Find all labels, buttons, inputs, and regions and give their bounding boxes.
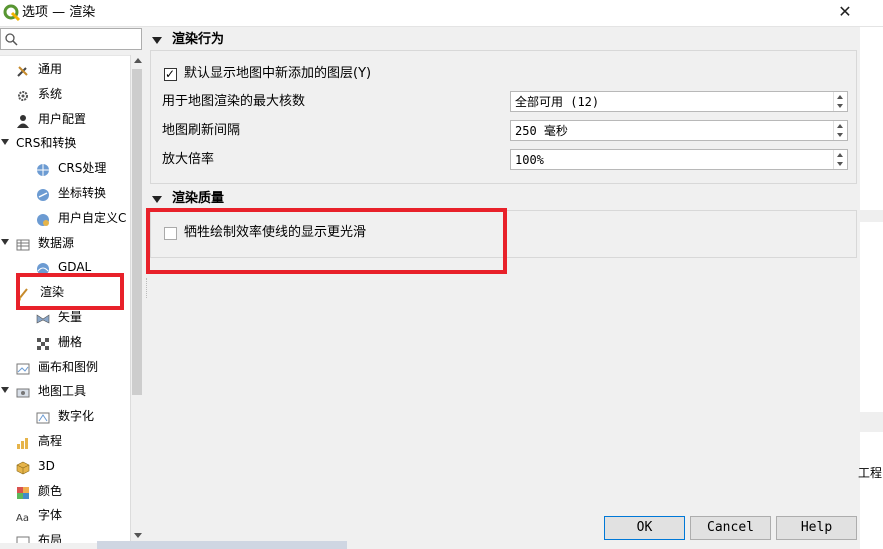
cancel-button[interactable]: Cancel bbox=[690, 516, 771, 540]
sidebar-item-label: 数据源 bbox=[38, 235, 75, 250]
collapse-triangle-icon[interactable] bbox=[152, 37, 162, 44]
sidebar-item-label: 字体 bbox=[38, 508, 63, 523]
max-cores-label: 用于地图渲染的最大核数 bbox=[162, 94, 306, 109]
expand-arrow-icon[interactable] bbox=[1, 238, 9, 245]
sidebar-item[interactable]: 地图工具 bbox=[0, 379, 130, 403]
ok-button[interactable]: OK bbox=[604, 516, 685, 540]
close-icon[interactable]: ✕ bbox=[835, 2, 855, 22]
sidebar-item[interactable]: 通用 bbox=[0, 57, 130, 81]
sidebar-item-label: 用户自定义C bbox=[58, 210, 127, 225]
nav-scrollbar[interactable] bbox=[130, 55, 144, 543]
default-show-new-layers-checkbox[interactable] bbox=[164, 66, 177, 82]
user-icon bbox=[16, 112, 30, 128]
background-divider bbox=[860, 210, 883, 222]
sidebar-item-label: 3D bbox=[38, 458, 55, 473]
sidebar-item-label: 通用 bbox=[38, 62, 63, 76]
layout-icon bbox=[16, 533, 30, 543]
spin-up-icon[interactable] bbox=[837, 95, 843, 99]
qgis-logo-icon bbox=[3, 4, 21, 22]
sidebar-item[interactable]: 画布和图例 bbox=[0, 355, 130, 379]
refresh-interval-value: 250 毫秒 bbox=[515, 124, 568, 138]
magnification-spinbox[interactable]: 100% bbox=[510, 149, 848, 170]
globe-transform-icon bbox=[36, 186, 50, 201]
highlight-box-smooth-lines bbox=[146, 208, 507, 274]
svg-text:Aa: Aa bbox=[16, 513, 29, 524]
sidebar-item[interactable]: 3D bbox=[0, 454, 130, 478]
spin-down-icon[interactable] bbox=[837, 104, 843, 108]
map-tools-icon bbox=[16, 384, 30, 398]
refresh-interval-spinbox[interactable]: 250 毫秒 bbox=[510, 120, 848, 141]
sidebar-item-label: 系统 bbox=[38, 86, 63, 101]
sidebar-item[interactable]: 栅格 bbox=[0, 330, 130, 354]
globe-user-icon bbox=[36, 211, 50, 226]
sidebar-item-label: 高程 bbox=[38, 434, 63, 448]
sidebar-item[interactable]: 坐标转换 bbox=[0, 181, 130, 205]
divider bbox=[146, 278, 147, 298]
globe-icon bbox=[36, 161, 50, 177]
sidebar-item[interactable]: Aa 字体 bbox=[0, 503, 130, 527]
section-title: 渲染质量 bbox=[172, 191, 225, 206]
gear-icon bbox=[16, 87, 30, 101]
spin-down-icon[interactable] bbox=[837, 162, 843, 166]
sidebar-item-label: 颜色 bbox=[38, 483, 63, 498]
spin-down-icon[interactable] bbox=[837, 133, 843, 137]
sidebar-item[interactable]: 用户自定义C bbox=[0, 206, 130, 230]
default-show-new-layers-label[interactable]: 默认显示地图中新添加的图层(Y) bbox=[184, 65, 371, 83]
sidebar-item[interactable]: 数字化 bbox=[0, 404, 130, 428]
sidebar-item[interactable]: 用户配置 bbox=[0, 107, 130, 131]
elevation-icon bbox=[16, 434, 30, 449]
expand-arrow-icon[interactable] bbox=[1, 387, 9, 394]
section-title: 渲染行为 bbox=[172, 32, 225, 47]
spin-up-icon[interactable] bbox=[837, 153, 843, 157]
scroll-thumb[interactable] bbox=[132, 69, 142, 395]
vector-icon bbox=[36, 310, 50, 324]
search-icon bbox=[5, 33, 18, 46]
highlight-box-sidebar bbox=[16, 273, 124, 310]
cube-icon bbox=[16, 459, 30, 475]
background-window-strip bbox=[97, 541, 347, 549]
scroll-up-icon[interactable] bbox=[134, 58, 142, 63]
sidebar-item-label: 布局 bbox=[38, 533, 63, 543]
canvas-icon bbox=[16, 360, 30, 375]
digitize-icon bbox=[36, 409, 50, 424]
sidebar-item-label: 数字化 bbox=[58, 409, 95, 424]
sidebar-item-label: 栅格 bbox=[58, 334, 83, 349]
tools-icon bbox=[16, 62, 30, 77]
magnification-label: 放大倍率 bbox=[162, 152, 215, 167]
window-title: 选项 — 渲染 bbox=[22, 5, 96, 20]
sidebar-item-label: CRS处理 bbox=[58, 161, 107, 176]
collapse-triangle-icon[interactable] bbox=[152, 196, 162, 203]
title-bar: 选项 — 渲染 ✕ bbox=[0, 0, 883, 27]
scroll-down-icon[interactable] bbox=[134, 533, 142, 538]
search-input[interactable] bbox=[0, 28, 142, 50]
sidebar-item[interactable]: 高程 bbox=[0, 429, 130, 453]
background-text: 工程b bbox=[858, 466, 883, 480]
sidebar-item-label: CRS和转换 bbox=[16, 136, 77, 151]
sidebar-item-label: 地图工具 bbox=[38, 384, 87, 399]
font-icon: Aa bbox=[16, 508, 30, 524]
spin-up-icon[interactable] bbox=[837, 124, 843, 128]
palette-icon bbox=[16, 484, 30, 499]
sidebar-item[interactable]: CRS处理 bbox=[0, 156, 130, 180]
sidebar-item[interactable]: 数据源 bbox=[0, 231, 130, 255]
magnification-value: 100% bbox=[515, 153, 544, 167]
sidebar-item[interactable]: 颜色 bbox=[0, 479, 130, 503]
sidebar-item-label: 用户配置 bbox=[38, 111, 87, 126]
sidebar-item-label: 画布和图例 bbox=[38, 359, 99, 374]
raster-icon bbox=[36, 335, 50, 350]
refresh-interval-label: 地图刷新间隔 bbox=[162, 123, 241, 138]
sidebar-item[interactable]: CRS和转换 bbox=[0, 131, 130, 155]
max-cores-value: 全部可用 (12) bbox=[515, 95, 600, 109]
max-cores-spinbox[interactable]: 全部可用 (12) bbox=[510, 91, 848, 112]
table-icon bbox=[16, 236, 30, 251]
expand-arrow-icon[interactable] bbox=[1, 139, 9, 146]
sidebar-item-label: 坐标转换 bbox=[58, 186, 107, 200]
sidebar-item[interactable]: 系统 bbox=[0, 82, 130, 106]
help-button[interactable]: Help bbox=[776, 516, 857, 540]
rendering-behavior-group: 默认显示地图中新添加的图层(Y) 用于地图渲染的最大核数 全部可用 (12) 地… bbox=[150, 50, 857, 184]
background-divider bbox=[860, 412, 883, 432]
